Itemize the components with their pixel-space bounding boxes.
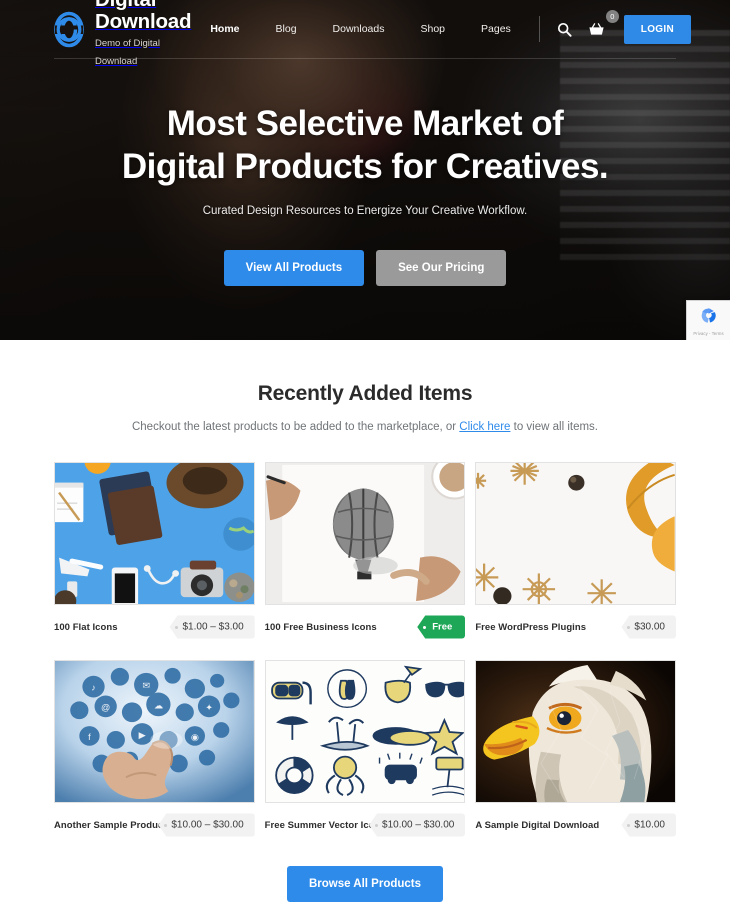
nav-item-home[interactable]: Home xyxy=(192,23,257,35)
brand-text: Digital Download Demo of Digital Downloa… xyxy=(95,0,192,69)
product-price-tag: $1.00 – $3.00 xyxy=(169,615,255,639)
hero-title: Most Selective Market of Digital Product… xyxy=(0,103,730,188)
hero-title-line-1: Most Selective Market of xyxy=(166,104,564,143)
svg-text:♪: ♪ xyxy=(91,683,96,693)
section-title: Recently Added Items xyxy=(257,382,473,405)
view-all-items-link[interactable]: Click here xyxy=(459,421,510,433)
view-all-products-button[interactable]: View All Products xyxy=(223,250,365,287)
search-icon[interactable] xyxy=(552,16,578,42)
nav-item-pages[interactable]: Pages xyxy=(463,23,529,35)
product-card[interactable]: Free Summer Vector Icons $10.00 – $30.00 xyxy=(264,660,466,838)
product-footer: Another Sample Product $10.00 – $30.00 xyxy=(54,812,255,838)
product-card[interactable]: 100 Flat Icons $1.00 – $3.00 xyxy=(54,462,255,640)
svg-text:▶: ▶ xyxy=(139,730,146,740)
main-navigation: Home Blog Downloads Shop Pages xyxy=(192,23,528,35)
nav-item-downloads[interactable]: Downloads xyxy=(315,23,403,35)
shopping-basket-icon xyxy=(584,16,610,42)
product-price-tag: $30.00 xyxy=(621,615,676,639)
product-image-business-icons xyxy=(265,463,465,604)
cart-count-badge: 0 xyxy=(605,10,619,23)
hero-cta-group: View All Products See Our Pricing xyxy=(0,250,730,287)
product-thumbnail[interactable]: ♪ ✉ @ ☁ ✦ ▶ ◉ f xyxy=(54,660,255,803)
product-footer: 100 Free Business Icons Free xyxy=(265,614,466,640)
product-price-tag: $10.00 xyxy=(621,813,676,837)
product-card[interactable]: 100 Free Business Icons Free xyxy=(264,462,466,640)
hero-content: Most Selective Market of Digital Product… xyxy=(0,58,730,287)
product-footer: Free Summer Vector Icons $10.00 – $30.00 xyxy=(265,812,466,838)
recently-added-section: Recently Added Items Checkout the latest… xyxy=(0,340,730,921)
product-price-tag: $10.00 – $30.00 xyxy=(369,813,466,837)
product-price-tag: Free xyxy=(417,615,466,639)
product-thumbnail[interactable] xyxy=(264,660,466,803)
product-title: 100 Free Business Icons xyxy=(264,621,377,633)
recaptcha-icon xyxy=(699,306,718,330)
svg-text:✦: ✦ xyxy=(205,702,213,712)
recaptcha-text: Privacy - Terms xyxy=(693,330,724,336)
hero-section: Digital Download Demo of Digital Downloa… xyxy=(0,0,730,340)
product-thumbnail[interactable] xyxy=(264,462,466,605)
browse-all-products-button[interactable]: Browse All Products xyxy=(286,866,444,902)
product-thumbnail[interactable] xyxy=(475,462,676,605)
product-footer: A Sample Digital Download $10.00 xyxy=(475,812,676,838)
product-image-flat-icons xyxy=(54,463,254,604)
product-image-eagle xyxy=(476,661,675,802)
product-grid: 100 Flat Icons $1.00 – $3.00 100 Free Bu… xyxy=(54,462,676,838)
header-divider xyxy=(538,16,540,42)
svg-text:◉: ◉ xyxy=(191,732,199,742)
product-title: Another Sample Product xyxy=(54,819,167,831)
svg-text:✉: ✉ xyxy=(142,681,150,691)
product-title: 100 Flat Icons xyxy=(54,621,118,633)
product-price-tag: $10.00 – $30.00 xyxy=(158,813,255,837)
hero-subtitle: Curated Design Resources to Energize You… xyxy=(202,205,528,218)
product-image-wordpress-plugins xyxy=(476,463,676,604)
product-image-summer-vectors xyxy=(265,661,465,802)
svg-text:@: @ xyxy=(101,702,110,712)
product-image-another-sample: ♪ ✉ @ ☁ ✦ ▶ ◉ f xyxy=(55,661,254,802)
site-header: Digital Download Demo of Digital Downloa… xyxy=(0,0,730,67)
section-subtitle-after: to view all items. xyxy=(510,421,598,433)
cart-button[interactable]: 0 xyxy=(584,10,619,42)
login-button[interactable]: LOGIN xyxy=(623,14,691,44)
nav-item-shop[interactable]: Shop xyxy=(402,23,463,35)
recaptcha-badge[interactable]: Privacy - Terms xyxy=(686,300,730,340)
browse-cta-area: Browse All Products xyxy=(54,866,676,921)
product-thumbnail[interactable] xyxy=(54,462,255,605)
product-card[interactable]: Free WordPress Plugins $30.00 xyxy=(475,462,676,640)
product-title: Free Summer Vector Icons xyxy=(264,819,386,831)
see-our-pricing-button[interactable]: See Our Pricing xyxy=(376,250,507,287)
fingerprint-logo-icon xyxy=(54,10,84,48)
header-right: Home Blog Downloads Shop Pages 0 LOGIN xyxy=(192,10,691,44)
product-title: Free WordPress Plugins xyxy=(475,621,587,633)
product-card[interactable]: A Sample Digital Download $10.00 xyxy=(475,660,676,838)
brand-logo-link[interactable]: Digital Download Demo of Digital Downloa… xyxy=(54,0,192,69)
product-card[interactable]: ♪ ✉ @ ☁ ✦ ▶ ◉ f Another Sample Product $10.0… xyxy=(54,660,255,838)
brand-subtitle: Demo of Digital Download xyxy=(95,37,160,67)
product-title: A Sample Digital Download xyxy=(475,819,600,831)
section-subtitle: Checkout the latest products to be added… xyxy=(54,421,676,433)
product-footer: 100 Flat Icons $1.00 – $3.00 xyxy=(54,614,255,640)
section-subtitle-before: Checkout the latest products to be added… xyxy=(131,421,460,433)
product-thumbnail[interactable] xyxy=(475,660,676,803)
hero-title-line-2: Digital Products for Creatives. xyxy=(121,146,609,186)
product-footer: Free WordPress Plugins $30.00 xyxy=(475,614,676,640)
svg-text:☁: ☁ xyxy=(154,700,163,710)
brand-title: Digital Download xyxy=(95,0,192,33)
nav-item-blog[interactable]: Blog xyxy=(258,23,315,35)
